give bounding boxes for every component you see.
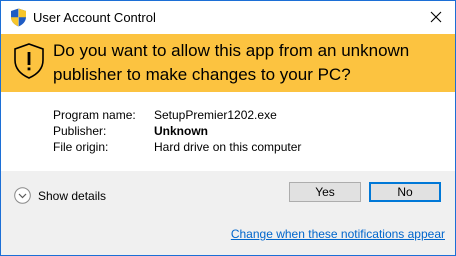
question-banner: Do you want to allow this app from an un…: [1, 34, 455, 92]
detail-label: Publisher:: [53, 124, 107, 138]
uac-question: Do you want to allow this app from an un…: [53, 41, 410, 84]
close-button[interactable]: [421, 4, 451, 30]
file-origin-value: Hard drive on this computer: [154, 140, 302, 154]
show-details-label: Show details: [38, 189, 107, 203]
program-details: Program name: SetupPremier1202.exe Publi…: [1, 92, 455, 171]
uac-shield-icon: [10, 8, 27, 27]
uac-dialog: User Account Control Do you want to allo…: [0, 0, 456, 256]
publisher-value: Unknown: [154, 124, 208, 138]
chevron-down-circle-icon: [14, 187, 31, 204]
warning-shield-icon: [13, 43, 45, 79]
detail-label: File origin:: [53, 140, 109, 154]
no-button[interactable]: No: [369, 182, 441, 202]
title-bar: User Account Control: [1, 1, 455, 34]
program-name-value: SetupPremier1202.exe: [154, 108, 277, 122]
detail-label: Program name:: [53, 108, 136, 122]
close-icon: [430, 11, 442, 23]
change-notifications-link[interactable]: Change when these notifications appear: [231, 227, 445, 241]
window-title: User Account Control: [33, 10, 156, 25]
dialog-footer: Show details Yes No Change when these no…: [1, 171, 455, 255]
yes-button[interactable]: Yes: [289, 182, 361, 202]
